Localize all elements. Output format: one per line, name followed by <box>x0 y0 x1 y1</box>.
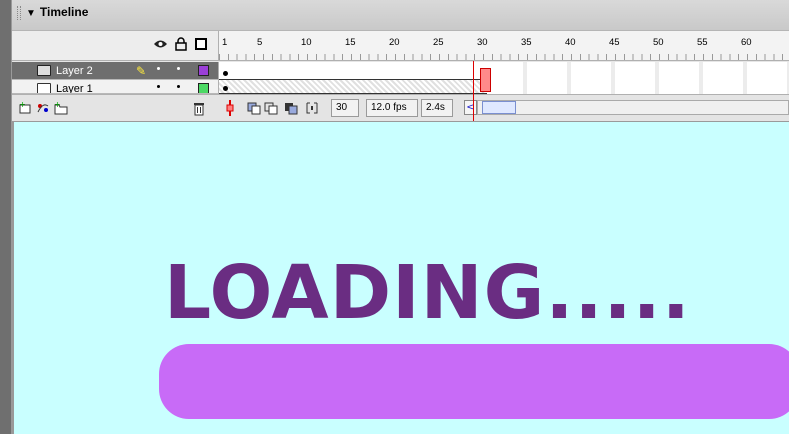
layer-icon <box>37 83 51 93</box>
layer-outline-color-swatch[interactable] <box>198 83 209 93</box>
ruler-tick: 40 <box>565 37 576 48</box>
loading-text[interactable]: LOADING..... <box>164 250 691 336</box>
playhead-line <box>473 61 474 121</box>
ruler-tick: 60 <box>741 37 752 48</box>
onion-skin-outlines-icon[interactable] <box>264 100 278 116</box>
ruler-tick: 45 <box>609 37 620 48</box>
frame-span[interactable] <box>219 80 487 94</box>
scroll-left-button[interactable]: < <box>464 100 477 115</box>
ruler-tick: 35 <box>521 37 532 48</box>
timeline-toolbar: + + 30 12.0 fps 2.4s < <box>12 94 789 122</box>
lock-icon[interactable] <box>175 37 187 51</box>
outline-square-icon[interactable] <box>195 38 207 50</box>
timeline-header[interactable]: ▼ Timeline <box>12 0 789 31</box>
ruler-tick: 5 <box>257 37 263 48</box>
ruler-tick: 25 <box>433 37 444 48</box>
insert-folder-icon[interactable]: + <box>54 100 68 116</box>
layer-row-layer-2[interactable]: Layer 2 ✎ <box>12 62 218 80</box>
layer-column-header <box>12 31 218 61</box>
ruler-tick: 50 <box>653 37 664 48</box>
scrollbar-thumb[interactable] <box>482 101 516 114</box>
frame-rate-field[interactable]: 12.0 fps <box>366 99 418 117</box>
pencil-icon: ✎ <box>136 64 147 78</box>
onion-skin-icon[interactable] <box>247 100 261 116</box>
playhead[interactable] <box>480 68 491 92</box>
panel-grip-icon[interactable] <box>17 6 21 20</box>
elapsed-time-field: 2.4s <box>421 99 453 117</box>
layer-icon <box>37 65 51 76</box>
horizontal-scrollbar[interactable] <box>477 100 789 115</box>
layer-outline-color-swatch[interactable] <box>198 65 209 76</box>
edit-multiple-frames-icon[interactable] <box>284 100 298 116</box>
panel-left-edge <box>0 0 12 434</box>
layer-name[interactable]: Layer 1 <box>56 83 93 93</box>
loading-bar[interactable] <box>159 344 789 419</box>
lock-dot-icon[interactable] <box>177 85 180 88</box>
frame-ruler[interactable]: 1 5 10 15 20 25 30 35 40 45 50 55 60 <box>218 31 789 61</box>
insert-layer-icon[interactable]: + <box>18 100 32 116</box>
current-frame-field: 30 <box>331 99 359 117</box>
ruler-tick: 1 <box>222 37 228 48</box>
add-motion-guide-icon[interactable] <box>36 100 50 116</box>
ruler-tick: 30 <box>477 37 488 48</box>
layer-row-layer-1[interactable]: Layer 1 <box>12 80 218 94</box>
timeline-title[interactable]: ▼ Timeline <box>26 5 88 19</box>
ruler-tick: 20 <box>389 37 400 48</box>
keyframe-dot[interactable] <box>223 71 228 76</box>
layer-name[interactable]: Layer 2 <box>56 65 93 77</box>
center-frame-icon[interactable] <box>225 100 235 116</box>
keyframe-dot[interactable] <box>223 86 228 91</box>
svg-text:+: + <box>54 100 61 109</box>
frames-layer-1[interactable] <box>218 80 789 94</box>
frames-layer-2[interactable] <box>218 62 789 80</box>
visibility-dot-icon[interactable] <box>157 67 160 70</box>
stage-canvas[interactable]: LOADING..... <box>12 122 789 434</box>
modify-onion-markers-icon[interactable] <box>305 100 319 116</box>
ruler-tick-marks <box>219 54 789 60</box>
eye-icon[interactable] <box>153 39 168 49</box>
svg-text:+: + <box>19 100 26 109</box>
ruler-tick: 15 <box>345 37 356 48</box>
visibility-dot-icon[interactable] <box>157 85 160 88</box>
triangle-down-icon[interactable]: ▼ <box>26 8 36 19</box>
ruler-tick: 55 <box>697 37 708 48</box>
delete-layer-icon[interactable] <box>192 100 206 116</box>
lock-dot-icon[interactable] <box>177 67 180 70</box>
frame-span[interactable] <box>219 62 487 80</box>
ruler-tick: 10 <box>301 37 312 48</box>
